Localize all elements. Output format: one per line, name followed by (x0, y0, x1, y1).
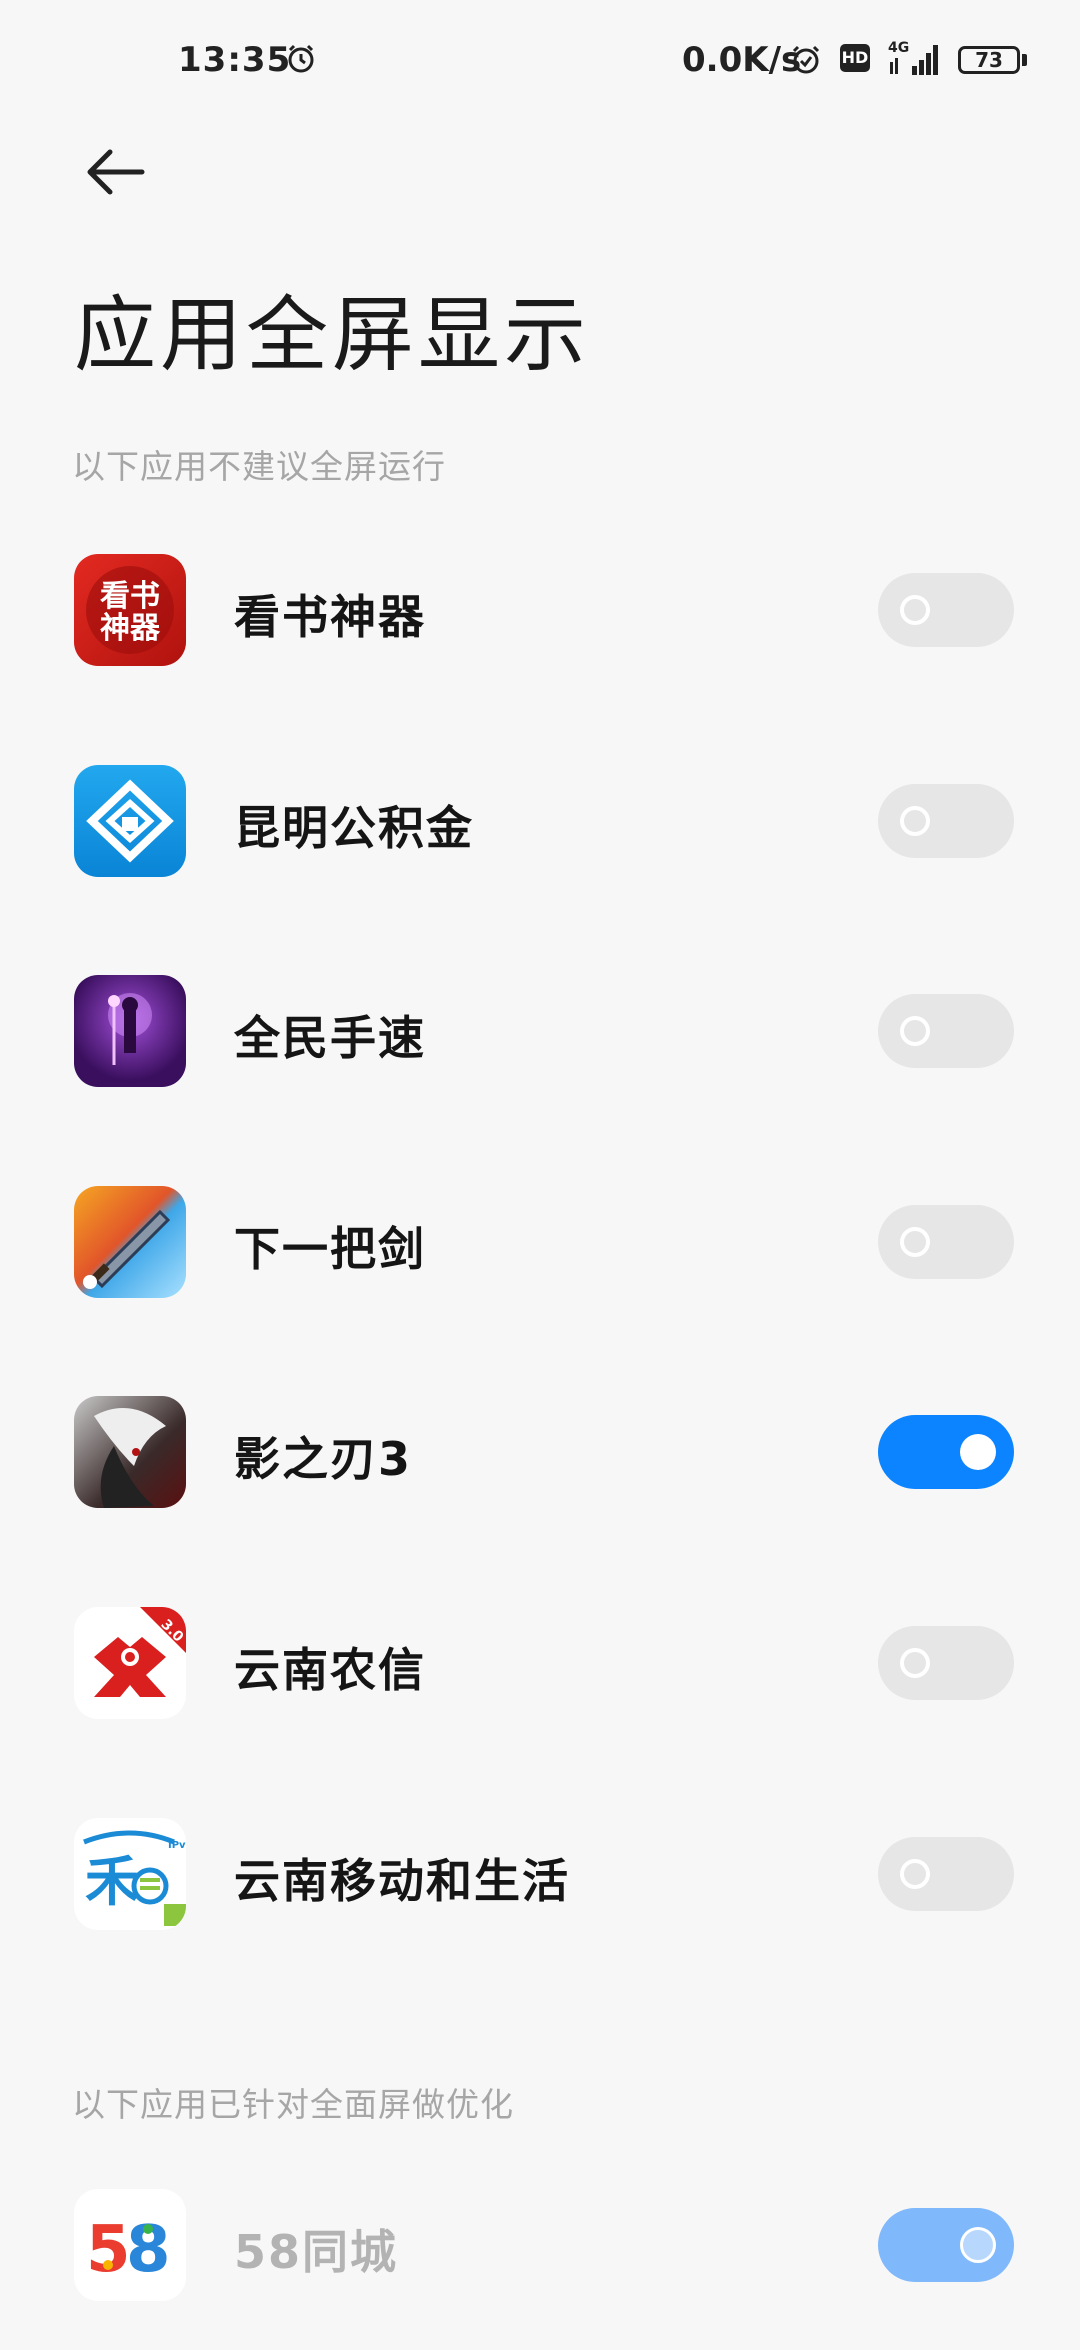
alarm-icon (288, 44, 314, 73)
fullscreen-toggle[interactable] (878, 573, 1014, 647)
hd-icon: HD (840, 44, 870, 72)
app-name: 云南移动和生活 (234, 1854, 570, 1908)
warrior-icon (94, 1408, 166, 1508)
app-name: 下一把剑 (234, 1222, 426, 1276)
toggle-knob (900, 1016, 930, 1046)
sword-app-icon (74, 1186, 186, 1298)
fullscreen-toggle-disabled (878, 2208, 1014, 2282)
toggle-knob (900, 806, 930, 836)
svg-text:神器: 神器 (100, 611, 161, 646)
app-row-kunming: 昆明公积金 (0, 716, 1080, 926)
toggle-knob (900, 1648, 930, 1678)
game-character-icon (108, 993, 152, 1065)
alarm-status-icon (792, 45, 820, 74)
svg-text:看书: 看书 (100, 579, 160, 614)
toggle-knob (900, 1859, 930, 1889)
fullscreen-toggle[interactable] (878, 784, 1014, 858)
sword-icon (83, 1209, 171, 1289)
page-title: 应用全屏显示 (74, 288, 591, 383)
app-row-quanmin: 全民手速 (0, 926, 1080, 1136)
app-row-yunnan-yidong: 禾 IPv6 云南移动和生活 (0, 1769, 1080, 1979)
app-name: 58同城 (234, 2225, 399, 2279)
app-name: 全民手速 (234, 1011, 426, 1065)
fullscreen-toggle[interactable] (878, 1837, 1014, 1911)
bank-logo-icon: 3.0 (94, 1607, 186, 1697)
58-app-icon: 5 8 (74, 2189, 186, 2301)
app-name: 看书神器 (234, 590, 426, 644)
app-name: 昆明公积金 (234, 801, 474, 855)
hshenghuo-app-icon: 禾 IPv6 (74, 1818, 186, 1930)
book-icon: 看书 神器 (86, 566, 174, 654)
fullscreen-toggle[interactable] (878, 1415, 1014, 1489)
battery-tip (1022, 54, 1027, 66)
toggle-knob (900, 595, 930, 625)
app-name: 影之刃3 (234, 1432, 413, 1486)
app-row-xiayibajian: 下一把剑 (0, 1137, 1080, 1347)
house-fund-icon (86, 779, 174, 863)
fullscreen-toggle[interactable] (878, 994, 1014, 1068)
kunming-app-icon (74, 765, 186, 877)
fullscreen-toggle[interactable] (878, 1205, 1014, 1279)
svg-text:5: 5 (86, 2213, 131, 2287)
kanshu-app-icon: 看书 神器 (74, 554, 186, 666)
toggle-knob (960, 2227, 996, 2263)
he-logo-icon: 禾 IPv6 (83, 1830, 186, 1926)
58-logo-icon: 5 8 (86, 2213, 171, 2287)
app-row-58tongcheng: 5 8 58同城 (0, 2140, 1080, 2350)
signal-icon (890, 45, 938, 75)
battery-level: 73 (975, 48, 1003, 72)
app-row-kanshu: 看书 神器 看书神器 (0, 505, 1080, 715)
app-row-yingzhiren: 影之刃3 (0, 1347, 1080, 1557)
status-bar: 13:35 0.0K/s HD 4G 73 (0, 0, 1080, 124)
toggle-knob (960, 1434, 996, 1470)
section-header-not-recommended: 以下应用不建议全屏运行 (72, 447, 446, 486)
fullscreen-toggle[interactable] (878, 1626, 1014, 1700)
section-header-optimized: 以下应用已针对全面屏做优化 (72, 2085, 514, 2124)
svg-text:禾: 禾 (85, 1850, 139, 1913)
app-row-yunnan-nongxin: 3.0 云南农信 (0, 1558, 1080, 1768)
network-speed: 0.0K/s (682, 40, 802, 80)
status-time: 13:35 (178, 40, 292, 80)
yingzhiren-app-icon (74, 1396, 186, 1508)
quanmin-app-icon (74, 975, 186, 1087)
toggle-knob (900, 1227, 930, 1257)
app-name: 云南农信 (234, 1643, 426, 1697)
nongxin-app-icon: 3.0 (74, 1607, 186, 1719)
back-arrow-icon[interactable] (80, 142, 150, 202)
ipv6-badge: IPv6 (168, 1840, 186, 1851)
battery-icon: 73 (958, 46, 1020, 74)
